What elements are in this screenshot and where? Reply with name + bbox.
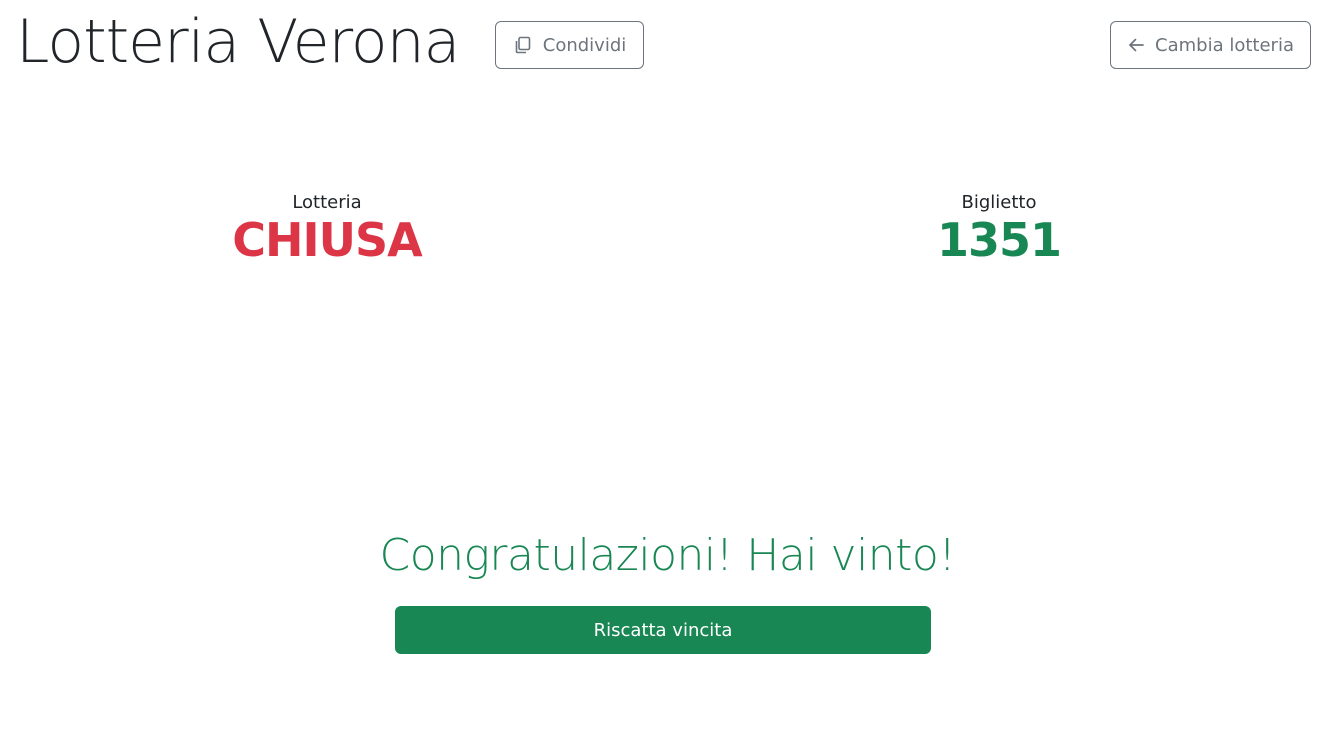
page-header: Lotteria Verona Condividi Cambia lotteri…	[0, 0, 1335, 90]
share-button[interactable]: Condividi	[495, 21, 644, 69]
ticket-value: 1351	[936, 213, 1062, 267]
win-message: Congratulazioni! Hai vinto!	[379, 530, 956, 581]
page-title: Lotteria Verona	[16, 7, 460, 77]
copy-icon	[513, 35, 533, 55]
change-lottery-label: Cambia lotteria	[1155, 34, 1294, 56]
arrow-left-icon	[1127, 35, 1145, 55]
lottery-status-value: CHIUSA	[232, 213, 422, 267]
ticket-number: Biglietto 1351	[849, 190, 1149, 264]
lottery-status: Lotteria CHIUSA	[177, 190, 477, 264]
share-button-label: Condividi	[542, 34, 627, 56]
claim-prize-button[interactable]: Riscatta vincita	[395, 606, 931, 654]
change-lottery-button[interactable]: Cambia lotteria	[1110, 21, 1311, 69]
